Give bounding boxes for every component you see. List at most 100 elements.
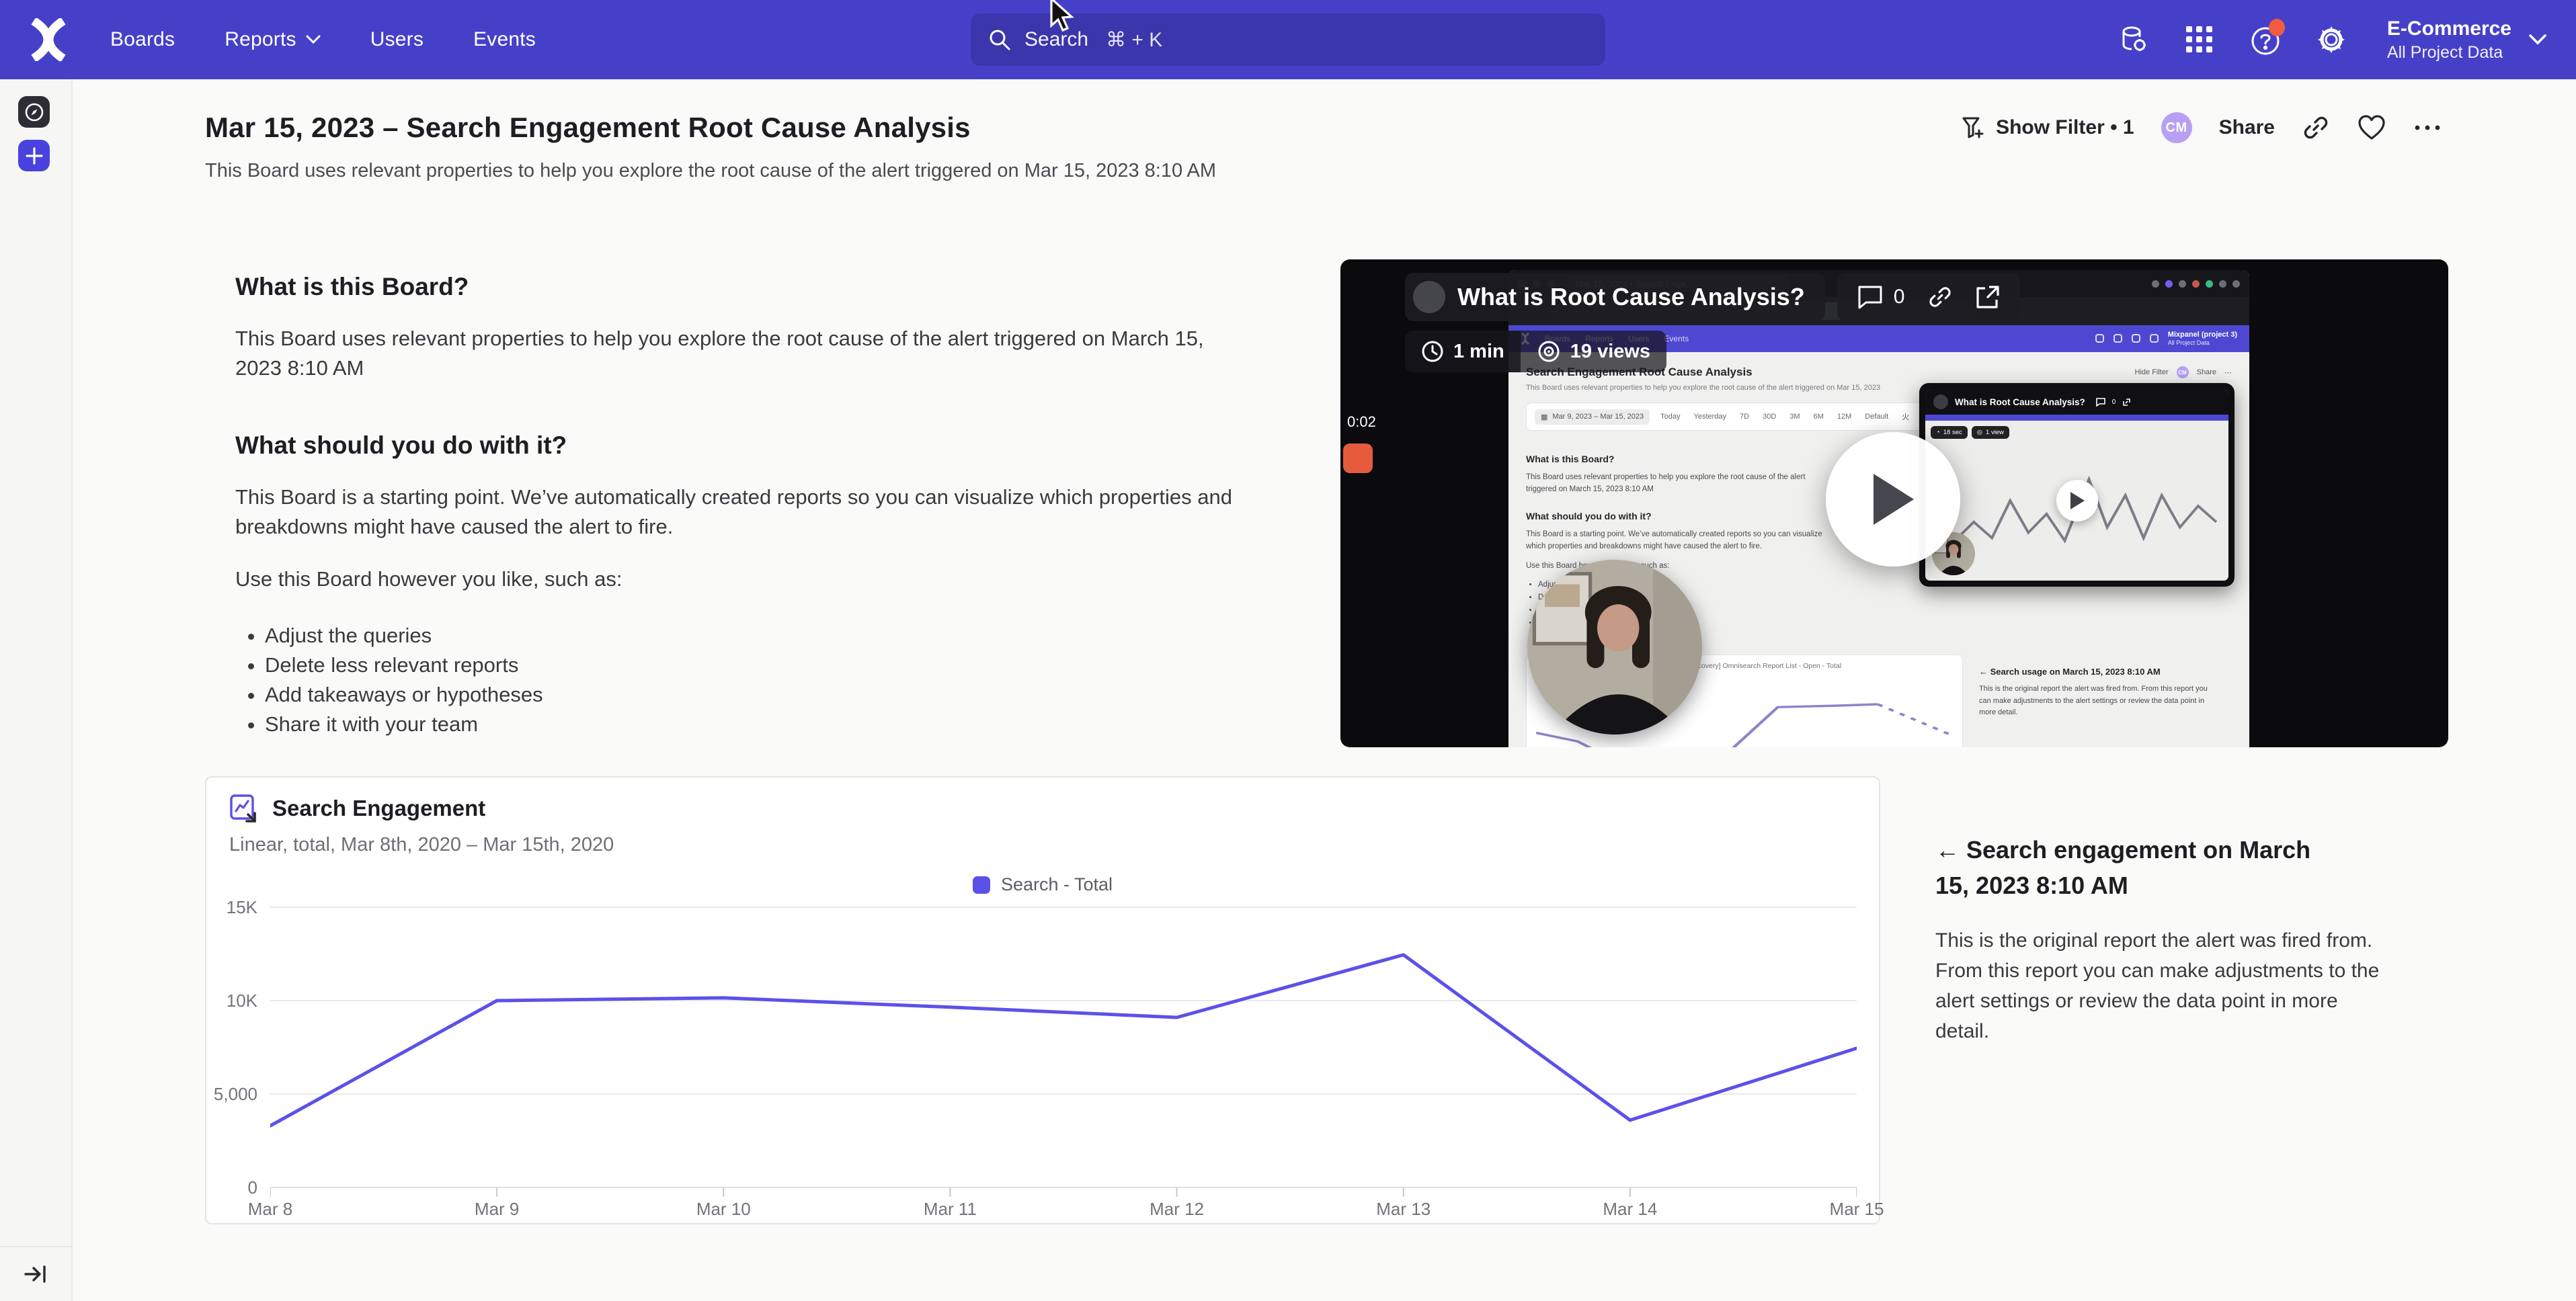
list-item: Share it with your team <box>265 710 1244 739</box>
nested-video-frame: What is Root Cause Analysis? 0 ◔ 18 sec … <box>1919 383 2235 587</box>
project-name: E-Commerce <box>2387 17 2511 40</box>
more-options-button[interactable] <box>2413 124 2442 132</box>
recorded-share: Share <box>2197 368 2216 376</box>
recorded-date-range: Mar 9, 2023 – Mar 15, 2023 <box>1552 413 1644 421</box>
video-title: What is Root Cause Analysis? <box>1457 283 1805 311</box>
play-button[interactable] <box>1826 432 1960 566</box>
x-axis-tick: Mar 8 <box>216 1199 324 1220</box>
top-navbar: Boards Reports Users Events Search ⌘ + K <box>0 0 2576 79</box>
search-icon <box>988 28 1011 51</box>
x-axis-tick: Mar 11 <box>896 1199 1004 1220</box>
section-intro-line: Use this Board however you like, such as… <box>235 564 1244 594</box>
nav-item-events[interactable]: Events <box>473 28 536 51</box>
list-item: Adjust the queries <box>265 621 1244 650</box>
link-icon <box>2302 114 2330 142</box>
video-actions-pill: 0 <box>1837 273 2021 321</box>
alert-annotation: ← Search engagement on March 15, 2023 8:… <box>1935 832 2380 1046</box>
open-external-icon[interactable] <box>1976 285 2000 309</box>
copy-link-button[interactable] <box>2302 114 2330 142</box>
nested-views-pill: ◎ 1 view <box>1972 426 2009 439</box>
recorded-aside-body: This is the original report the alert wa… <box>1979 683 2214 719</box>
x-axis-tick: Mar 10 <box>670 1199 777 1220</box>
video-duration: 1 min <box>1453 341 1504 363</box>
y-axis-labels: 05,00010K15K <box>206 895 257 1218</box>
chart-series-line[interactable] <box>270 955 1857 1126</box>
recorded-aside-heading: ← Search usage on March 15, 2023 8:10 AM <box>1979 667 2214 677</box>
recorded-avatar: CM <box>2177 366 2189 378</box>
nav-item-label: Boards <box>110 28 175 51</box>
nav-item-label: Events <box>473 28 536 51</box>
mixpanel-logo[interactable] <box>30 18 67 61</box>
report-title[interactable]: Search Engagement <box>272 796 485 821</box>
recorded-project-name: Mixpanel (project 3) <box>2168 331 2237 339</box>
browser-extensions <box>2152 280 2240 288</box>
video-title-pill: What is Root Cause Analysis? <box>1405 273 1825 321</box>
nav-item-boards[interactable]: Boards <box>110 28 175 51</box>
walkthrough-video-player[interactable]: Mar 15, 2023 • Search Enga… Boards Repor… <box>1340 259 2448 747</box>
comment-count: 0 <box>1894 286 1905 308</box>
create-new-button[interactable] <box>18 140 50 171</box>
nested-duration-pill: ◔ 18 sec <box>1931 426 1968 439</box>
annotation-heading: ← Search engagement on March 15, 2023 8:… <box>1935 832 2347 904</box>
list-item: Delete less relevant reports <box>265 650 1244 680</box>
nav-item-users[interactable]: Users <box>370 28 424 51</box>
views-icon <box>1537 339 1561 364</box>
left-rail <box>0 79 73 1301</box>
page-title: Mar 15, 2023 – Search Engagement Root Ca… <box>205 112 971 144</box>
settings-gear-icon[interactable] <box>2315 23 2348 56</box>
plus-icon <box>25 146 44 165</box>
report-subtitle: Linear, total, Mar 8th, 2020 – Mar 15th,… <box>229 834 614 856</box>
annotation-body: This is the original report the alert wa… <box>1935 925 2380 1046</box>
video-stats-pill: 1 min 19 views <box>1405 331 1666 372</box>
x-axis-tick: Mar 15 <box>1803 1199 1910 1220</box>
line-chart[interactable]: Mar 8Mar 9Mar 10Mar 11Mar 12Mar 13Mar 14… <box>270 895 1857 1218</box>
recorded-hide-filter: Hide Filter <box>2135 368 2169 376</box>
legend-label: Search - Total <box>1001 874 1113 895</box>
heart-icon <box>2357 114 2386 142</box>
share-button[interactable]: Share <box>2219 116 2275 139</box>
section-body-about: This Board uses relevant properties to h… <box>235 324 1244 383</box>
recorded-aside: ← Search usage on March 15, 2023 8:10 AM… <box>1979 667 2214 719</box>
section-heading-about: What is this Board? <box>235 273 1244 301</box>
nested-navbar <box>1925 415 2228 421</box>
nested-video-title: What is Root Cause Analysis? <box>1955 397 2085 407</box>
project-switcher[interactable]: E-Commerce All Project Data <box>2387 17 2546 62</box>
y-axis-tick: 15K <box>206 897 257 918</box>
project-scope: All Project Data <box>2387 43 2511 62</box>
discover-boards-button[interactable] <box>18 96 50 128</box>
expand-right-icon <box>24 1264 47 1284</box>
chevron-down-icon <box>2529 34 2546 45</box>
x-axis-tick: Mar 14 <box>1576 1199 1684 1220</box>
nav-item-reports[interactable]: Reports <box>225 28 320 51</box>
webcam-circle <box>1527 560 1702 735</box>
chevron-down-icon <box>306 35 321 44</box>
primary-nav: Boards Reports Users Events <box>110 28 536 51</box>
nav-item-label: Reports <box>225 28 296 51</box>
x-axis-tick: Mar 12 <box>1123 1199 1231 1220</box>
chart-legend: Search - Total <box>206 874 1879 895</box>
nav-item-label: Users <box>370 28 424 51</box>
data-management-icon[interactable] <box>2117 23 2150 56</box>
search-shortcut: ⌘ + K <box>1106 28 1162 52</box>
avatar[interactable]: CM <box>2161 112 2192 143</box>
page-subtitle: This Board uses relevant properties to h… <box>205 160 1216 182</box>
comment-icon[interactable] <box>1857 285 1883 309</box>
link-icon[interactable] <box>1927 284 1953 310</box>
x-axis-tick: Mar 9 <box>443 1199 551 1220</box>
nested-play-button[interactable] <box>2056 480 2098 521</box>
y-axis-tick: 0 <box>206 1177 257 1198</box>
report-card-search-engagement[interactable]: Search Engagement Linear, total, Mar 8th… <box>205 776 1880 1224</box>
board-description: What is this Board? This Board uses rele… <box>235 273 1244 739</box>
y-axis-tick: 5,000 <box>206 1084 257 1105</box>
recorded-nav-item: Events <box>1664 334 1689 343</box>
apps-grid-icon[interactable] <box>2183 23 2216 56</box>
help-icon[interactable] <box>2249 23 2282 56</box>
show-filter-button[interactable]: Show Filter • 1 <box>1960 114 2134 141</box>
section-body-todo: This Board is a starting point. We’ve au… <box>235 482 1244 542</box>
recording-indicator <box>1343 444 1373 473</box>
show-filter-label: Show Filter • 1 <box>1996 116 2134 139</box>
compass-icon <box>24 102 44 122</box>
video-views: 19 views <box>1570 341 1650 363</box>
expand-sidebar-button[interactable] <box>0 1246 71 1301</box>
favorite-button[interactable] <box>2357 114 2386 142</box>
